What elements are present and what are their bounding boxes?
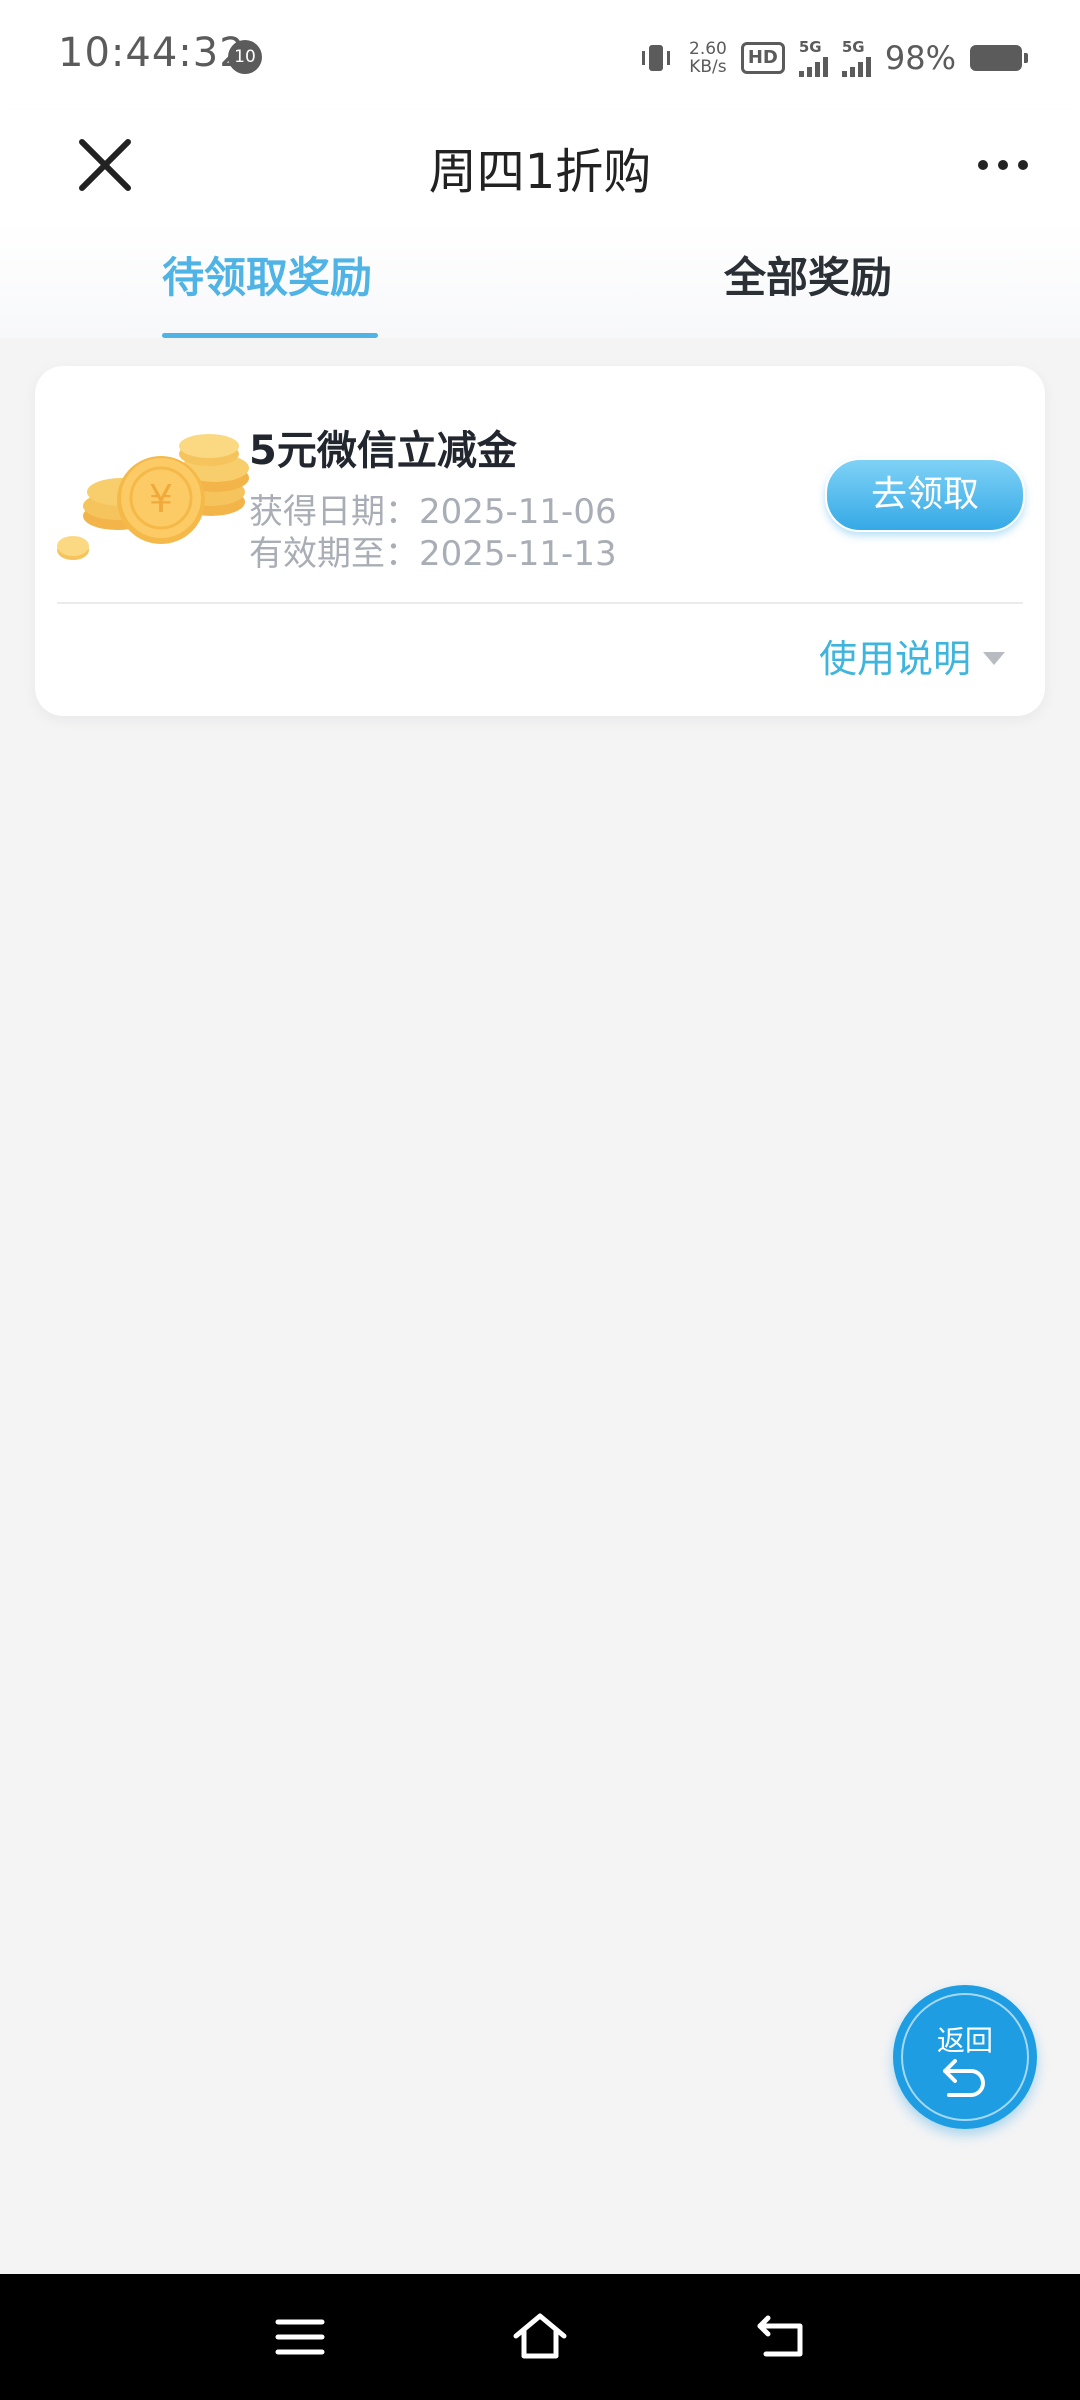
usage-instructions-toggle[interactable]: 使用说明 (819, 628, 1005, 683)
more-button[interactable] (968, 140, 1038, 190)
active-tab-indicator (162, 333, 378, 338)
notification-badge: 10 (228, 40, 262, 74)
status-icons: 2.60 KB/s HD 5G 5G 98% (637, 30, 1028, 86)
page-title: 周四1折购 (428, 144, 652, 200)
vibrate-icon (642, 45, 670, 71)
home-icon (513, 2313, 567, 2359)
claim-button[interactable]: 去领取 (825, 458, 1025, 532)
network-speed: 2.60 KB/s (689, 39, 727, 77)
expiry-date: 有效期至：2025-11-13 (249, 534, 617, 574)
system-nav-bar (0, 2274, 1080, 2400)
battery-percent: 98% (884, 39, 956, 77)
status-bar: 10:44:32 10 2.60 KB/s HD 5G 5G 98% (0, 0, 1080, 110)
nav-home-button[interactable] (510, 2312, 570, 2362)
return-icon (943, 2059, 985, 2097)
chevron-down-icon (983, 652, 1005, 665)
coins-icon: ¥ (57, 434, 249, 560)
more-icon (978, 160, 988, 170)
float-back-label: 返回 (936, 2024, 993, 2057)
reward-title: 5元微信立减金 (249, 428, 517, 474)
float-back-button[interactable]: 返回 (893, 1985, 1037, 2129)
reward-card: ¥ 5元微信立减金 获得日期：2025-11-06 有效期至：2025-11-1… (35, 366, 1045, 716)
menu-icon (275, 2319, 325, 2355)
signal-icon-sim1: 5G (798, 39, 828, 77)
nav-back-button[interactable] (752, 2312, 812, 2362)
tab-all-rewards[interactable]: 全部奖励 (724, 244, 892, 338)
tab-label: 待领取奖励 (162, 253, 373, 302)
divider (57, 602, 1023, 604)
status-time: 10:44:32 (58, 30, 246, 76)
title-bar: 周四1折购 (0, 110, 1080, 222)
back-icon (757, 2315, 803, 2357)
tab-pending-rewards[interactable]: 待领取奖励 (162, 244, 378, 338)
reward-tabs: 待领取奖励 全部奖励 (0, 222, 1080, 338)
usage-label: 使用说明 (818, 637, 971, 681)
svg-text:¥: ¥ (149, 477, 173, 521)
hd-icon: HD (740, 42, 785, 74)
tab-label: 全部奖励 (724, 253, 893, 302)
nav-menu-button[interactable] (270, 2312, 330, 2362)
signal-icon-sim2: 5G (841, 39, 871, 77)
battery-icon (970, 45, 1028, 71)
